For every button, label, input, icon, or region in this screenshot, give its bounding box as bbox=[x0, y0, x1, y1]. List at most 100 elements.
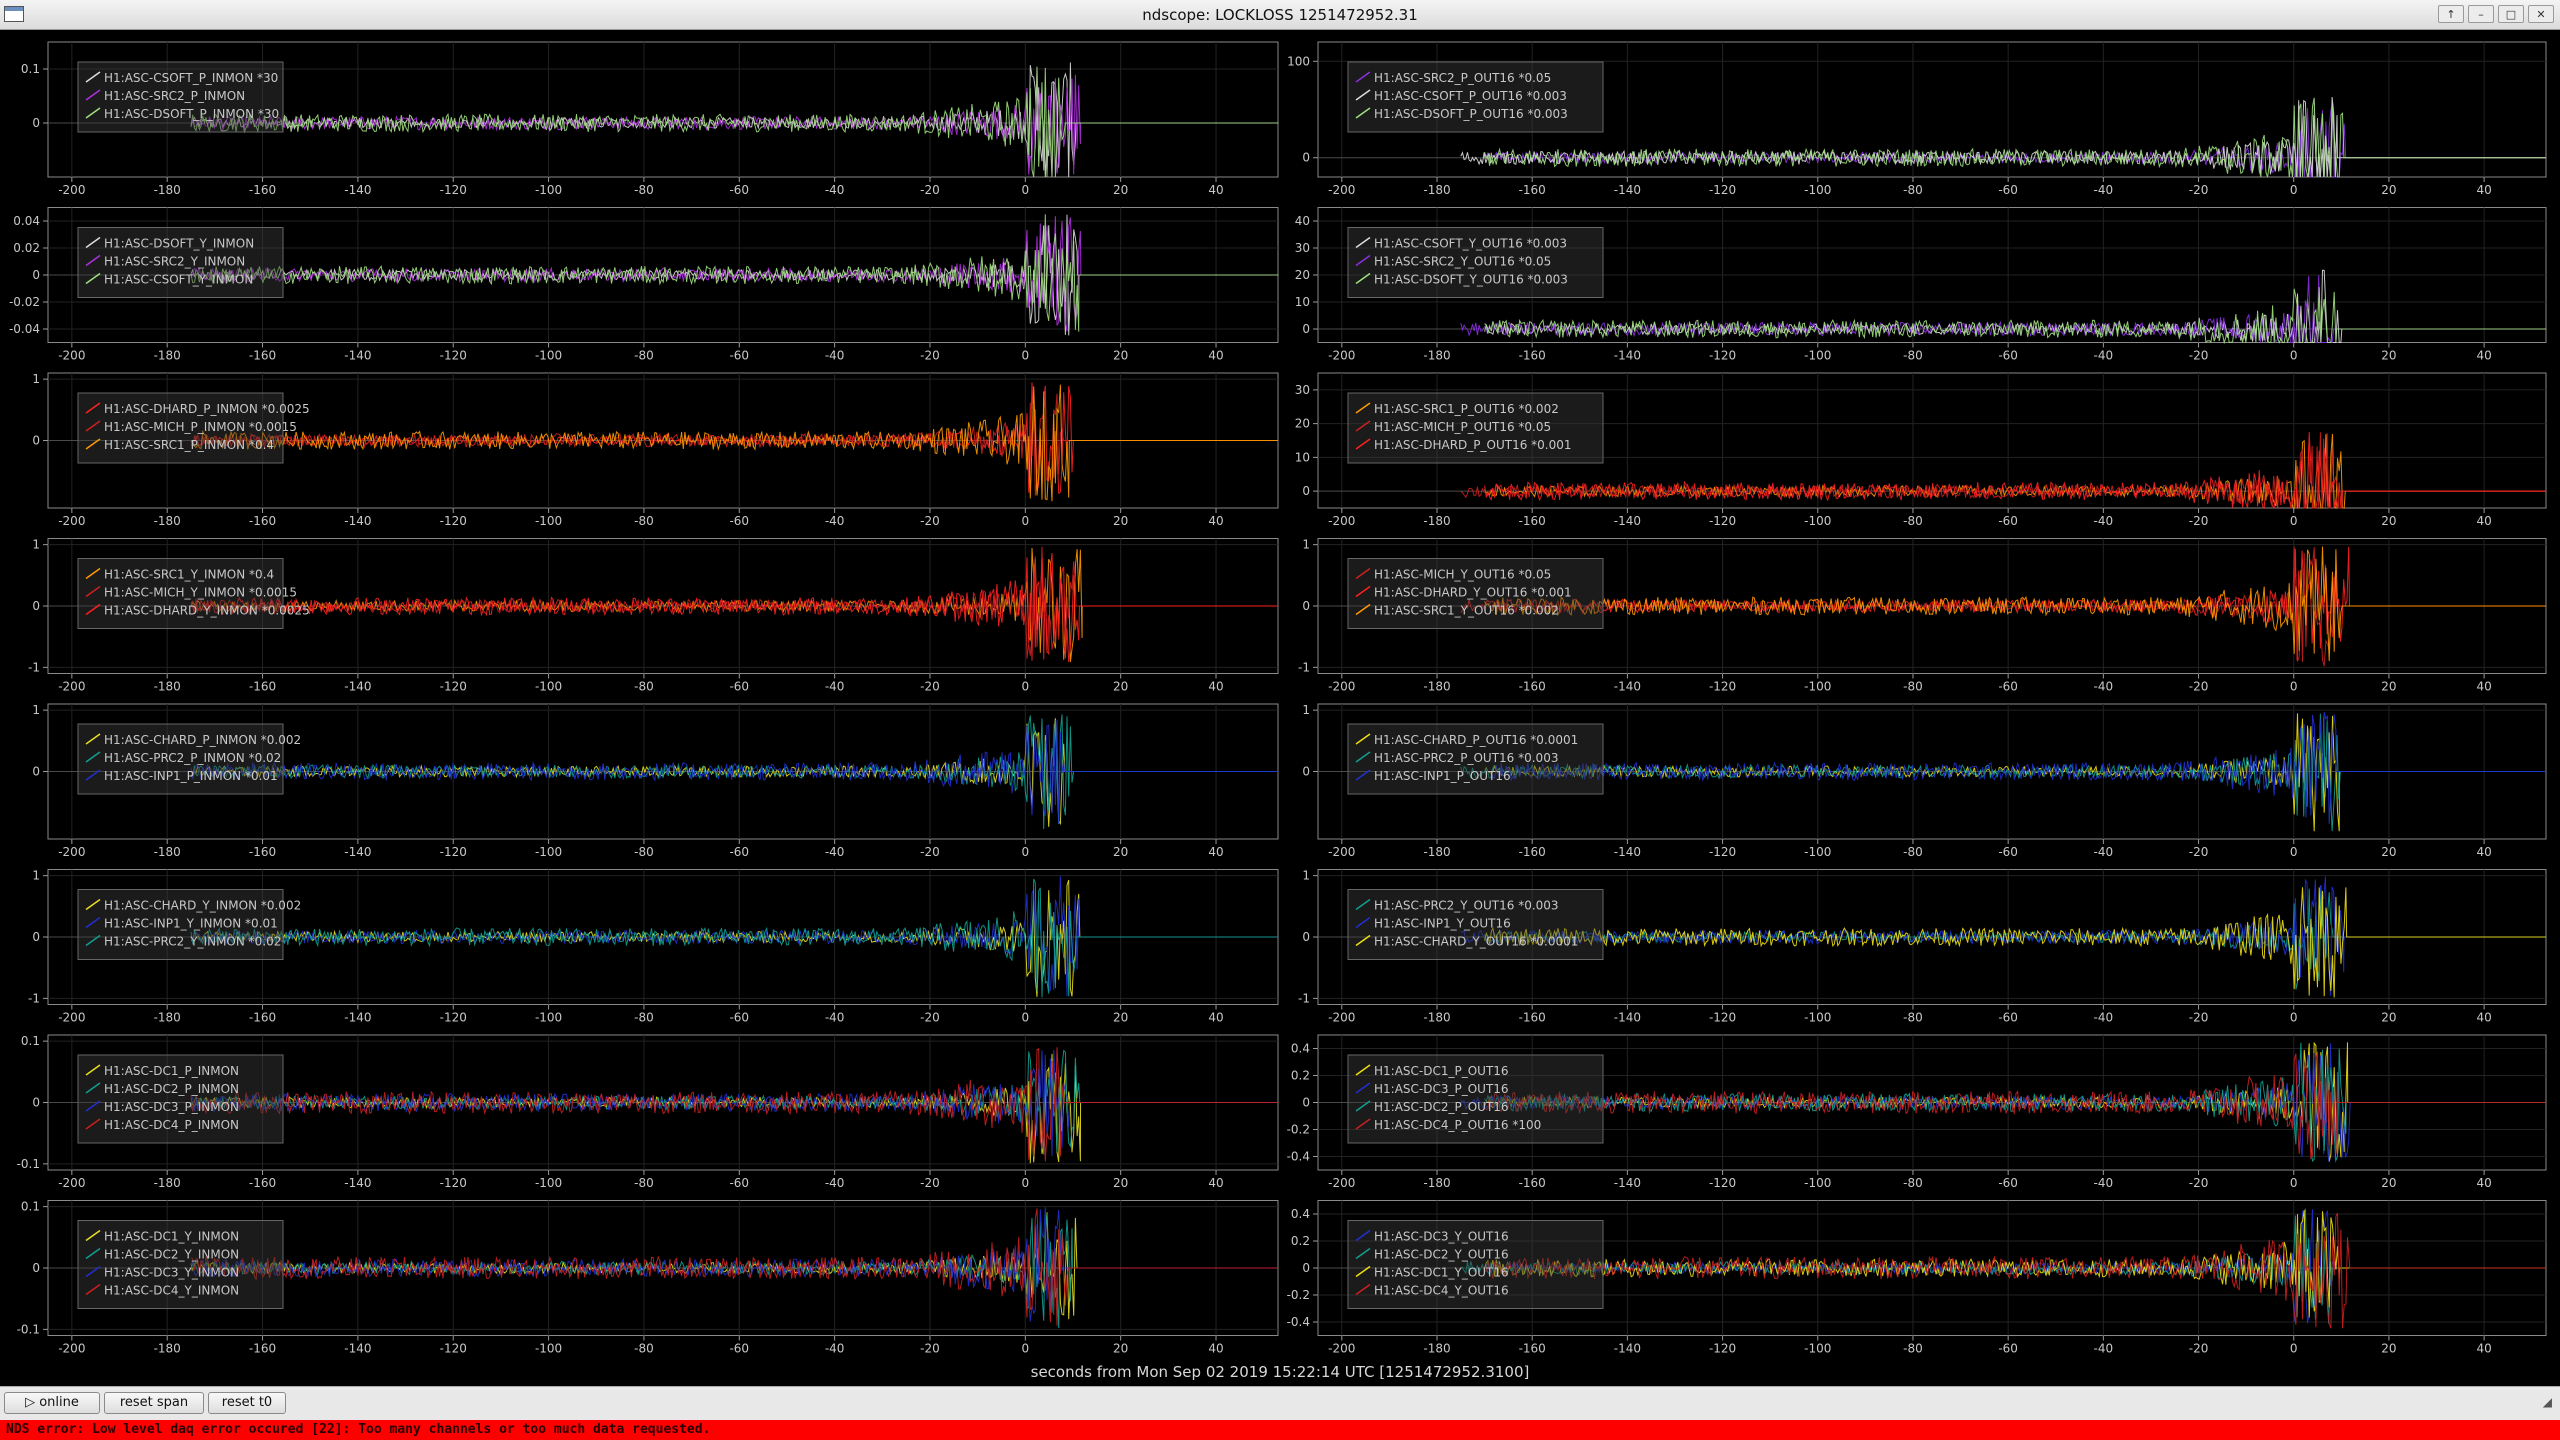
x-tick-label: -60 bbox=[729, 1342, 749, 1356]
legend[interactable]: H1:ASC-DC1_P_OUT16 H1:ASC-DC3_P_OUT16 H1:A… bbox=[1347, 1054, 1604, 1144]
legend-label: H1:ASC-DC3_Y_INMON bbox=[104, 1266, 239, 1280]
x-tick-label: -20 bbox=[2189, 1342, 2209, 1356]
x-tick-label: -180 bbox=[1423, 680, 1450, 694]
plot-5[interactable]: -200 -180 -160 -140 -120 -100 -80 -60 -40 -20 0 20 4… bbox=[32, 372, 1279, 528]
legend[interactable]: H1:ASC-PRC2_Y_OUT16 *0.003 H1:ASC-INP1_Y_… bbox=[1347, 889, 1604, 960]
x-tick-label: -120 bbox=[440, 349, 467, 363]
x-tick-label: -180 bbox=[154, 514, 181, 528]
resize-grip-icon[interactable]: ◢ bbox=[2543, 1395, 2552, 1409]
legend[interactable]: H1:ASC-MICH_Y_OUT16 *0.05 H1:ASC-DHARD_Y_… bbox=[1347, 558, 1604, 629]
legend[interactable]: H1:ASC-DC1_Y_INMON H1:ASC-DC2_Y_INMON H1:A… bbox=[77, 1220, 284, 1309]
x-tick-label: -140 bbox=[344, 1342, 371, 1356]
x-tick-label: -160 bbox=[249, 514, 276, 528]
plot-3[interactable]: -200 -180 -160 -140 -120 -100 -80 -60 -40 -20 0 20 4… bbox=[9, 207, 1279, 363]
x-tick-label: 40 bbox=[2476, 1342, 2491, 1356]
x-tick-label: 40 bbox=[2476, 1176, 2491, 1190]
y-tick-label: -0.2 bbox=[1287, 1288, 1310, 1302]
plot-1[interactable]: -200 -180 -160 -140 -120 -100 -80 -60 -40 -20 0 20 4… bbox=[21, 41, 1279, 197]
x-tick-label: -60 bbox=[729, 514, 749, 528]
x-tick-label: -40 bbox=[2094, 1011, 2114, 1025]
control-bar: ▷ online reset span reset t0 ◢ bbox=[0, 1386, 2560, 1420]
plot-14[interactable]: -200 -180 -160 -140 -120 -100 -80 -60 -40 -20 0 20 4… bbox=[1287, 1034, 2547, 1190]
y-tick-label: 0.02 bbox=[13, 241, 40, 255]
legend[interactable]: H1:ASC-SRC1_Y_INMON *0.4 H1:ASC-MICH_Y_IN… bbox=[77, 558, 310, 629]
legend[interactable]: H1:ASC-CHARD_Y_INMON *0.002 H1:ASC-INP1_Y… bbox=[77, 889, 301, 960]
x-tick-label: 0 bbox=[1022, 183, 1030, 197]
x-tick-label: -80 bbox=[1903, 183, 1923, 197]
x-tick-label: -180 bbox=[154, 1176, 181, 1190]
plot-2[interactable]: -200 -180 -160 -140 -120 -100 -80 -60 -40 -20 0 20 4… bbox=[1287, 41, 2547, 197]
y-tick-label: 30 bbox=[1295, 241, 1310, 255]
legend-label: H1:ASC-DC1_Y_OUT16 bbox=[1374, 1266, 1509, 1280]
x-tick-label: -80 bbox=[1903, 1011, 1923, 1025]
y-tick-label: 1 bbox=[32, 538, 40, 552]
plot-6[interactable]: -200 -180 -160 -140 -120 -100 -80 -60 -40 -20 0 20 4… bbox=[1295, 372, 2547, 528]
legend[interactable]: H1:ASC-CHARD_P_OUT16 *0.0001 H1:ASC-PRC2_… bbox=[1347, 723, 1604, 795]
plot-11[interactable]: -200 -180 -160 -140 -120 -100 -80 -60 -40 -20 0 20 4… bbox=[28, 869, 1279, 1025]
y-tick-label: 0.4 bbox=[1291, 1207, 1310, 1221]
x-tick-label: -160 bbox=[1519, 1342, 1546, 1356]
x-tick-label: 0 bbox=[2290, 349, 2298, 363]
x-tick-label: -160 bbox=[1519, 845, 1546, 859]
x-tick-label: -60 bbox=[729, 1176, 749, 1190]
x-tick-label: -160 bbox=[1519, 1011, 1546, 1025]
legend[interactable]: H1:ASC-SRC2_P_OUT16 *0.05 H1:ASC-CSOFT_P_… bbox=[1347, 61, 1604, 133]
window-close-button[interactable]: ✕ bbox=[2528, 5, 2554, 23]
legend-label: H1:ASC-DC3_P_OUT16 bbox=[1374, 1082, 1509, 1096]
legend[interactable]: H1:ASC-DC3_Y_OUT16 H1:ASC-DC2_Y_OUT16 H1:A… bbox=[1347, 1220, 1604, 1309]
plot-10[interactable]: -200 -180 -160 -140 -120 -100 -80 -60 -40 -20 0 20 4… bbox=[1302, 703, 2547, 859]
reset-t0-button[interactable]: reset t0 bbox=[208, 1392, 286, 1414]
plot-4[interactable]: -200 -180 -160 -140 -120 -100 -80 -60 -40 -20 0 20 4… bbox=[1295, 207, 2547, 363]
y-tick-label: -0.04 bbox=[9, 322, 40, 336]
plot-15[interactable]: -200 -180 -160 -140 -120 -100 -80 -60 -40 -20 0 20 4… bbox=[17, 1200, 1279, 1356]
x-tick-label: -140 bbox=[344, 514, 371, 528]
plot-7[interactable]: -200 -180 -160 -140 -120 -100 -80 -60 -40 -20 0 20 4… bbox=[28, 538, 1279, 694]
y-tick-label: 0.04 bbox=[13, 214, 40, 228]
x-tick-label: -40 bbox=[2094, 1176, 2114, 1190]
window-titlebar[interactable]: ndscope: LOCKLOSS 1251472952.31 ↑ – □ ✕ bbox=[0, 0, 2560, 30]
x-tick-label: 0 bbox=[2290, 680, 2298, 694]
legend-label: H1:ASC-SRC2_P_OUT16 *0.05 bbox=[1374, 71, 1551, 85]
legend[interactable]: H1:ASC-CSOFT_P_INMON *30 H1:ASC-SRC2_P_IN… bbox=[77, 61, 284, 133]
scope-plot-grid[interactable]: -200 -180 -160 -140 -120 -100 -80 -60 -40 -20 0 20 4… bbox=[0, 30, 2560, 1385]
x-tick-label: -200 bbox=[58, 349, 85, 363]
reset-span-button[interactable]: reset span bbox=[104, 1392, 204, 1414]
x-tick-label: -40 bbox=[2094, 680, 2114, 694]
legend[interactable]: H1:ASC-SRC1_P_OUT16 *0.002 H1:ASC-MICH_P_… bbox=[1347, 392, 1604, 464]
y-tick-label: -0.2 bbox=[1287, 1123, 1310, 1137]
legend[interactable]: H1:ASC-CHARD_P_INMON *0.002 H1:ASC-PRC2_P… bbox=[77, 723, 301, 795]
x-tick-label: -60 bbox=[1998, 680, 2018, 694]
window-maximize-button[interactable]: □ bbox=[2498, 5, 2524, 23]
x-tick-label: 20 bbox=[2381, 349, 2396, 363]
x-tick-label: 20 bbox=[2381, 680, 2396, 694]
plot-8[interactable]: -200 -180 -160 -140 -120 -100 -80 -60 -40 -20 0 20 4… bbox=[1298, 538, 2547, 694]
x-tick-label: -140 bbox=[1614, 349, 1641, 363]
y-tick-label: 0 bbox=[32, 434, 40, 448]
plot-16[interactable]: -200 -180 -160 -140 -120 -100 -80 -60 -40 -20 0 20 4… bbox=[1287, 1200, 2547, 1356]
plot-12[interactable]: -200 -180 -160 -140 -120 -100 -80 -60 -40 -20 0 20 4… bbox=[1298, 869, 2547, 1025]
window-minimize-button[interactable]: – bbox=[2468, 5, 2494, 23]
error-message: NDS error: Low level daq error occured [… bbox=[6, 1422, 711, 1437]
x-axis-caption: seconds from Mon Sep 02 2019 15:22:14 UT… bbox=[1030, 1363, 1530, 1381]
legend-label: H1:ASC-SRC1_Y_OUT16 *0.002 bbox=[1374, 604, 1559, 618]
x-tick-label: 20 bbox=[2381, 183, 2396, 197]
x-tick-label: 0 bbox=[2290, 845, 2298, 859]
x-tick-label: 20 bbox=[1113, 1011, 1128, 1025]
x-tick-label: -200 bbox=[1328, 514, 1355, 528]
legend-label: H1:ASC-SRC2_Y_INMON bbox=[104, 255, 245, 269]
plot-9[interactable]: -200 -180 -160 -140 -120 -100 -80 -60 -40 -20 0 20 4… bbox=[32, 703, 1279, 859]
x-tick-label: -20 bbox=[2189, 1011, 2209, 1025]
window-shade-button[interactable]: ↑ bbox=[2438, 5, 2464, 23]
x-tick-label: 0 bbox=[2290, 1342, 2298, 1356]
x-tick-label: -100 bbox=[535, 680, 562, 694]
legend[interactable]: H1:ASC-DSOFT_Y_INMON H1:ASC-SRC2_Y_INMON H… bbox=[77, 227, 284, 298]
x-tick-label: -60 bbox=[1998, 845, 2018, 859]
legend-label: H1:ASC-CSOFT_P_OUT16 *0.003 bbox=[1374, 89, 1567, 103]
online-button[interactable]: ▷ online bbox=[4, 1392, 100, 1414]
legend[interactable]: H1:ASC-CSOFT_Y_OUT16 *0.003 H1:ASC-SRC2_Y… bbox=[1347, 227, 1604, 298]
y-tick-label: 10 bbox=[1295, 295, 1310, 309]
legend-label: H1:ASC-INP1_Y_INMON *0.01 bbox=[104, 917, 278, 931]
plot-13[interactable]: -200 -180 -160 -140 -120 -100 -80 -60 -40 -20 0 20 4… bbox=[17, 1034, 1279, 1190]
legend[interactable]: H1:ASC-DHARD_P_INMON *0.0025 H1:ASC-MICH_… bbox=[77, 392, 310, 464]
legend[interactable]: H1:ASC-DC1_P_INMON H1:ASC-DC2_P_INMON H1:A… bbox=[77, 1054, 284, 1144]
